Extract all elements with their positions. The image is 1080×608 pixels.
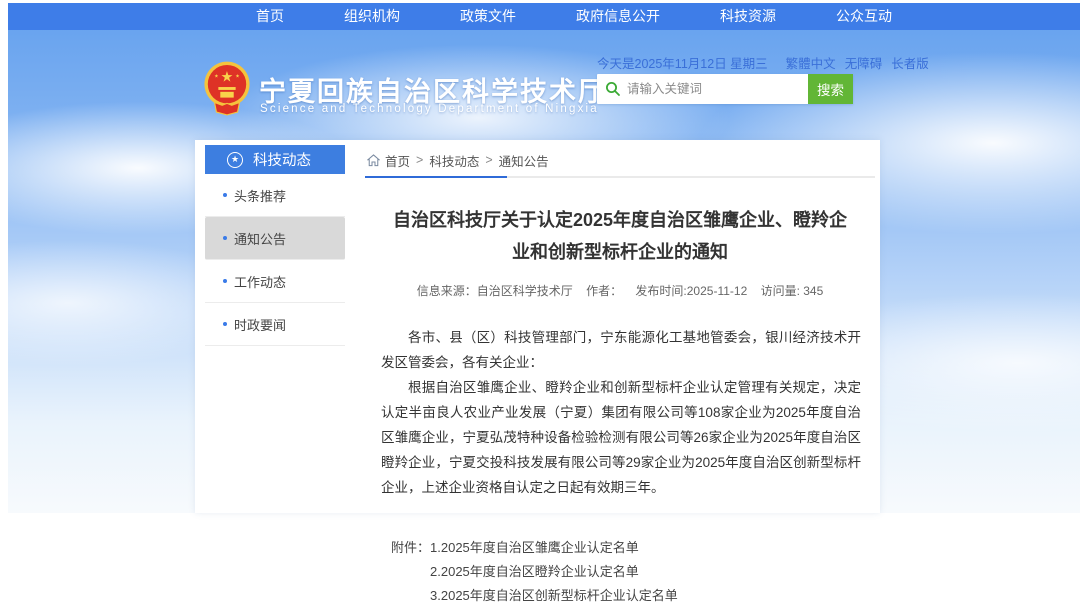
attachment-link-1[interactable]: 1.2025年度自治区雏鹰企业认定名单 [430, 536, 678, 560]
link-senior-version[interactable]: 长者版 [891, 53, 929, 72]
breadcrumb-divider [365, 176, 875, 178]
sidebar-item-headlines[interactable]: 头条推荐 [205, 174, 345, 217]
meta-author: 作者： [586, 284, 622, 298]
header-utility-row: 今天是2025年11月12日 星期三 繁體中文 无障碍 长者版 [597, 53, 877, 72]
search-icon [605, 81, 621, 97]
nav-item-gov-info-disclosure[interactable]: 政府信息公开 [546, 3, 690, 30]
link-traditional-chinese[interactable]: 繁體中文 [786, 53, 836, 72]
article-paragraph: 根据自治区雏鹰企业、瞪羚企业和创新型标杆企业认定管理有关规定，决定认定半亩良人农… [381, 375, 861, 500]
attachments-block: 附件： 1.2025年度自治区雏鹰企业认定名单 2.2025年度自治区瞪羚企业认… [391, 536, 875, 608]
breadcrumb-notices[interactable]: 通知公告 [499, 151, 549, 170]
svg-text:★: ★ [214, 73, 218, 79]
article-meta: 信息来源：自治区科学技术厅 作者： 发布时间:2025-11-12 访问量: 3… [365, 282, 875, 299]
nav-item-organization[interactable]: 组织机构 [314, 3, 430, 30]
star-circle-icon: ★ [227, 152, 243, 168]
meta-source: 信息来源：自治区科学技术厅 [417, 284, 573, 298]
current-date-text: 今天是2025年11月12日 星期三 [597, 53, 768, 72]
breadcrumb-tech-news[interactable]: 科技动态 [429, 151, 479, 170]
sidebar-item-label: 工作动态 [234, 272, 286, 291]
sidebar: ★ 科技动态 头条推荐 通知公告 工作动态 时政要闻 [205, 145, 345, 346]
article-paragraph: 各市、县（区）科技管理部门，宁东能源化工基地管委会，银川经济技术开发区管委会，各… [381, 325, 861, 375]
sidebar-header: ★ 科技动态 [205, 145, 345, 174]
nav-item-tech-resources[interactable]: 科技资源 [690, 3, 806, 30]
svg-text:★: ★ [235, 73, 239, 79]
svg-text:★: ★ [221, 69, 234, 85]
sidebar-menu: 头条推荐 通知公告 工作动态 时政要闻 [205, 174, 345, 346]
search-bar: 搜索 [597, 74, 853, 104]
content-panel: ★ 科技动态 头条推荐 通知公告 工作动态 时政要闻 [195, 140, 880, 513]
search-button[interactable]: 搜索 [808, 74, 853, 104]
nav-item-policy-documents[interactable]: 政策文件 [430, 3, 546, 30]
bullet-dot-icon [223, 236, 227, 240]
link-accessibility[interactable]: 无障碍 [845, 53, 883, 72]
attachment-link-3[interactable]: 3.2025年度自治区创新型标杆企业认定名单 [430, 584, 678, 608]
breadcrumb-divider-active [365, 176, 507, 178]
sidebar-item-label: 时政要闻 [234, 315, 286, 334]
breadcrumb-home[interactable]: 首页 [385, 151, 410, 170]
site-subtitle-en: Science and Technology Department of Nin… [260, 103, 599, 115]
article-body: 各市、县（区）科技管理部门，宁东能源化工基地管委会，银川经济技术开发区管委会，各… [381, 325, 861, 500]
national-emblem-logo: ★ ★ ★ [203, 60, 251, 116]
breadcrumb-separator: > [485, 153, 492, 167]
attachment-link-2[interactable]: 2.2025年度自治区瞪羚企业认定名单 [430, 560, 678, 584]
breadcrumb: 首页 > 科技动态 > 通知公告 [365, 148, 875, 172]
sidebar-item-notices[interactable]: 通知公告 [205, 217, 345, 260]
sidebar-header-label: 科技动态 [253, 149, 311, 170]
attachments-label: 附件： [391, 536, 430, 608]
sidebar-item-work-updates[interactable]: 工作动态 [205, 260, 345, 303]
nav-item-public-interaction[interactable]: 公众互动 [806, 3, 922, 30]
home-icon [367, 154, 380, 167]
nav-item-home[interactable]: 首页 [226, 3, 314, 30]
sidebar-item-current-politics[interactable]: 时政要闻 [205, 303, 345, 346]
top-navigation: 首页 组织机构 政策文件 政府信息公开 科技资源 公众互动 [8, 3, 1080, 30]
search-input[interactable] [627, 82, 808, 96]
breadcrumb-separator: > [416, 153, 423, 167]
meta-publish-time: 发布时间:2025-11-12 [635, 284, 747, 298]
sidebar-item-label: 头条推荐 [234, 186, 286, 205]
bullet-dot-icon [223, 322, 227, 326]
attachments-list: 1.2025年度自治区雏鹰企业认定名单 2.2025年度自治区瞪羚企业认定名单 … [430, 536, 678, 608]
sidebar-item-label: 通知公告 [234, 229, 286, 248]
article-title: 自治区科技厅关于认定2025年度自治区雏鹰企业、瞪羚企业和创新型标杆企业的通知 [391, 204, 849, 268]
meta-visits: 访问量: 345 [761, 284, 824, 298]
bullet-dot-icon [223, 279, 227, 283]
bullet-dot-icon [223, 193, 227, 197]
main-content: 首页 > 科技动态 > 通知公告 自治区科技厅关于认定2025年度自治区雏鹰企业… [365, 148, 875, 608]
site-header: ★ ★ ★ 宁夏回族自治区科学技术厅 Science and Technolog… [0, 30, 1080, 140]
